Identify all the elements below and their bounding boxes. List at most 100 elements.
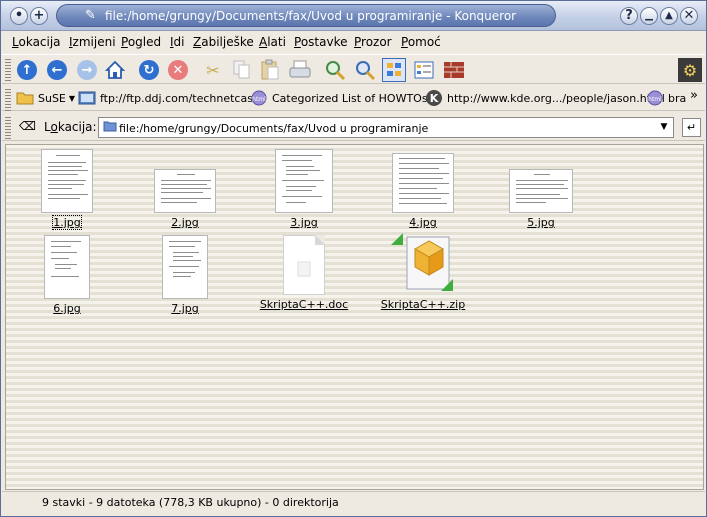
file-item-1-jpg[interactable]: 1.jpg <box>22 149 112 230</box>
bookmark-overflow-button[interactable]: » <box>690 88 698 103</box>
konqueror-window: • + ✎ file:/home/grungy/Documents/fax/Uv… <box>0 0 707 517</box>
home-icon[interactable] <box>103 58 127 82</box>
toolbar-grip[interactable] <box>5 59 11 81</box>
bookmark-kde[interactable]: K http://www.kde.org.../people/jason.htm… <box>425 90 665 106</box>
menu-accel: Z <box>193 35 202 49</box>
zoom-out-icon[interactable] <box>353 58 377 82</box>
file-icon-view[interactable]: 1.jpg 2.jpg 3.jpg 4.jpg 5.jpg 6.jpg 7.jp… <box>5 144 704 490</box>
status-bar: 9 stavki - 9 datoteka (778,3 KB ukupno) … <box>2 491 705 515</box>
location-label-accel: o <box>50 120 58 134</box>
kde-icon: K <box>425 90 443 106</box>
cut-icon[interactable]: ✂ <box>201 58 225 82</box>
reload-icon[interactable]: ↻ <box>137 58 161 82</box>
menu-label: omoć <box>407 35 441 49</box>
bookmark-label: bra <box>668 91 687 105</box>
menu-accel: A <box>259 35 268 49</box>
back-icon[interactable]: ← <box>45 58 69 82</box>
menu-label: ostavke <box>300 35 348 49</box>
file-name[interactable]: 5.jpg <box>527 216 555 229</box>
menu-idi[interactable]: Idi <box>170 35 185 49</box>
file-item-skripta-zip[interactable]: SkriptaC++.zip <box>378 231 468 311</box>
bookmark-suse[interactable]: SuSE ▼ <box>16 90 75 106</box>
location-toolbar-grip[interactable] <box>5 117 11 139</box>
zoom-in-icon[interactable] <box>323 58 347 82</box>
menu-label: okacija <box>18 35 61 49</box>
location-dropdown-icon[interactable]: ▼ <box>657 120 671 135</box>
sticky-button-icon[interactable]: + <box>30 7 48 25</box>
stop-icon[interactable]: ✕ <box>166 58 190 82</box>
help-button-icon[interactable]: ? <box>620 7 638 25</box>
security-icon[interactable] <box>442 58 466 82</box>
close-button-icon[interactable]: ✕ <box>680 7 698 25</box>
main-toolbar: ↑ ← → ↻ ✕ ✂ ⚙ <box>2 54 705 84</box>
menu-accel: P <box>294 35 301 49</box>
file-name[interactable]: 7.jpg <box>171 302 199 315</box>
file-name[interactable]: 2.jpg <box>171 216 199 229</box>
bookmark-bra[interactable]: html bra <box>646 90 686 106</box>
menu-prozor[interactable]: Prozor <box>354 35 392 49</box>
menu-pomoc[interactable]: Pomoć <box>401 35 441 49</box>
menu-label: zmijeni <box>72 35 116 49</box>
up-icon[interactable]: ↑ <box>15 58 39 82</box>
file-item-skripta-doc[interactable]: SkriptaC++.doc <box>259 235 349 311</box>
menu-label: lati <box>267 35 286 49</box>
location-combobox[interactable]: ▼ <box>98 117 674 138</box>
bookmark-howtos[interactable]: html Categorized List of HOWTOs <box>250 90 428 106</box>
svg-text:html: html <box>648 96 662 103</box>
bookmark-ftp[interactable]: ftp://ftp.ddj.com/technetcast/ <box>78 90 261 106</box>
file-item-4-jpg[interactable]: 4.jpg <box>378 153 468 229</box>
file-item-6-jpg[interactable]: 6.jpg <box>22 235 112 315</box>
konqueror-throbber-icon[interactable]: ⚙ <box>678 58 702 82</box>
window-title: file:/home/grungy/Documents/fax/Uvod u p… <box>105 9 517 23</box>
bookmark-label: Categorized List of HOWTOs <box>272 91 428 105</box>
svg-text:html: html <box>252 96 266 103</box>
image-thumbnail <box>392 153 454 213</box>
detail-view-icon[interactable] <box>412 58 436 82</box>
location-input[interactable] <box>119 120 649 136</box>
menu-izmijeni[interactable]: Izmijeni <box>69 35 116 49</box>
file-name[interactable]: SkriptaC++.zip <box>381 298 465 311</box>
file-name[interactable]: 1.jpg <box>52 215 82 230</box>
location-label-part: kacija: <box>57 120 97 134</box>
file-name[interactable]: SkriptaC++.doc <box>260 298 348 311</box>
location-label: Lokacija: <box>44 120 97 134</box>
file-item-7-jpg[interactable]: 7.jpg <box>140 235 230 315</box>
menu-label: ogled <box>127 35 162 49</box>
menu-zabiljeske[interactable]: Zabilješke <box>193 35 254 49</box>
copy-icon[interactable] <box>230 58 254 82</box>
html-icon: html <box>250 90 268 106</box>
print-icon[interactable] <box>288 58 312 82</box>
file-name[interactable]: 6.jpg <box>53 302 81 315</box>
menu-alati[interactable]: Alati <box>259 35 286 49</box>
file-name[interactable]: 3.jpg <box>290 216 318 229</box>
maximize-button-icon[interactable]: ▲ <box>660 7 678 25</box>
file-item-5-jpg[interactable]: 5.jpg <box>496 169 586 229</box>
paste-icon[interactable] <box>258 58 282 82</box>
folder-icon <box>16 90 34 106</box>
file-name[interactable]: 4.jpg <box>409 216 437 229</box>
menu-accel: P <box>121 35 128 49</box>
clear-location-icon[interactable]: ⌫ <box>19 119 36 135</box>
document-icon <box>283 235 325 295</box>
file-item-2-jpg[interactable]: 2.jpg <box>140 169 230 229</box>
menu-label: abilješke <box>201 35 254 49</box>
menu-label: rozor <box>361 35 392 49</box>
menu-accel: P <box>401 35 408 49</box>
ftp-icon <box>78 90 96 106</box>
go-button-icon[interactable]: ↵ <box>682 118 701 137</box>
image-thumbnail <box>162 235 208 299</box>
menu-pogled[interactable]: Pogled <box>121 35 161 49</box>
menu-postavke[interactable]: Postavke <box>294 35 347 49</box>
file-item-3-jpg[interactable]: 3.jpg <box>259 149 349 229</box>
html-icon: html <box>646 90 664 106</box>
title-bar[interactable]: • + ✎ file:/home/grungy/Documents/fax/Uv… <box>1 1 706 31</box>
archive-icon <box>391 231 455 295</box>
minimize-button-icon[interactable]: ▁ <box>640 7 658 25</box>
window-menu-icon[interactable]: • <box>10 7 28 25</box>
image-thumbnail <box>275 149 333 213</box>
bookmark-toolbar-grip[interactable] <box>5 89 11 111</box>
icon-view-icon[interactable] <box>382 58 406 82</box>
bookmark-label: ftp://ftp.ddj.com/technetcast/ <box>100 91 261 105</box>
menu-lokacija[interactable]: Lokacija <box>12 35 61 49</box>
forward-icon[interactable]: → <box>75 58 99 82</box>
